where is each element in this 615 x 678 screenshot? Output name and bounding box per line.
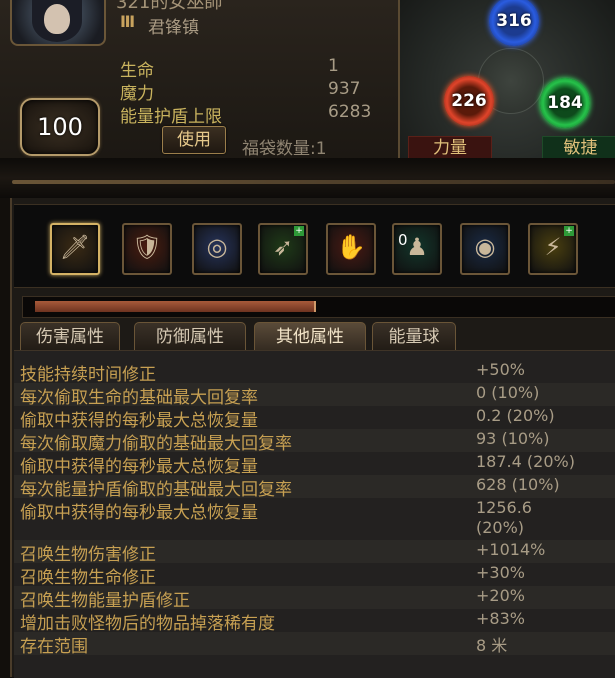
character-portrait[interactable] [10,0,106,46]
plus-icon: + [564,226,574,236]
level-value: 100 [37,113,83,141]
use-button[interactable]: 使用 [162,126,226,154]
rank-icon: Ⅲ [120,12,136,31]
skill-slot-1[interactable]: 🗡 [50,223,100,275]
attribute-value: 8 米 [476,636,508,655]
attribute-value: 187.4 (20%) [476,452,575,471]
intelligence-orb[interactable]: 316 [489,0,539,46]
lightning-strike-icon: ⚡ [544,233,562,261]
attribute-row: 存在范围 8 米 [14,632,615,657]
progress-bar-fill [35,301,316,312]
divider-line [12,180,615,184]
level-badge: 100 [20,98,100,156]
attribute-label: 增加击败怪物后的物品掉落稀有度 [20,614,275,634]
stat-label: 生命 [120,61,154,81]
plus-icon: + [294,226,304,236]
strength-label: 力量 [408,136,492,160]
stat-label: 魔力 [120,84,154,104]
attribute-value: +83% [476,609,525,628]
town-name: 君锋镇 [148,18,199,38]
attribute-value: 0 (10%) [476,383,540,402]
bag-count: 福袋数量:1 [242,139,327,159]
tab-damage[interactable]: 伤害属性 [20,322,120,351]
frost-orb-icon: ◉ [474,233,496,261]
attribute-row: 召唤生物能量护盾修正 +20% [14,586,615,611]
attribute-value: +1014% [476,540,546,559]
attribute-label: 偷取中获得的每秒最大总恢复量 [20,411,258,431]
stat-value: 6283 [328,102,372,122]
skill-slot-5[interactable]: ✋ [326,223,376,275]
skill-slot-7[interactable]: ◉ [460,223,510,275]
stat-value: 1 [328,56,339,76]
attribute-row: 每次偷取生命的基础最大回复率 0 (10%) [14,383,615,408]
stat-value: 937 [328,79,361,99]
attribute-value: 0.2 (20%) [476,406,555,425]
attribute-value-secondary: (20%) [476,518,525,537]
spirit-figure-icon: ♟ [406,233,428,261]
portrait-face [44,4,70,34]
attribute-label: 偷取中获得的每秒最大总恢复量 [20,457,258,477]
attribute-row: 技能持续时间修正 +50% [14,360,615,385]
dexterity-orb[interactable]: 184 [540,78,590,128]
attribute-label: 技能持续时间修正 [20,365,156,385]
attribute-label: 每次能量护盾偷取的基础最大回复率 [20,480,292,500]
progress-bar [22,296,615,318]
attribute-list: 技能持续时间修正 +50% 每次偷取生命的基础最大回复率 0 (10%) 偷取中… [14,350,615,678]
attribute-row: 增加击败怪物后的物品掉落稀有度 +83% [14,609,615,634]
stat-label: 能量护盾上限 [120,107,222,127]
attribute-row: 召唤生物伤害修正 +1014% [14,540,615,565]
attribute-label: 每次偷取生命的基础最大回复率 [20,388,258,408]
attribute-label: 召唤生物能量护盾修正 [20,591,190,611]
skill-slot-2[interactable]: 🛡 [122,223,172,275]
attribute-label: 每次偷取魔力偷取的基础最大回复率 [20,434,292,454]
attribute-row: 每次能量护盾偷取的基础最大回复率 628 (10%) [14,475,615,500]
arcane-cage-icon: ◎ [206,233,228,261]
strength-orb[interactable]: 226 [444,76,494,126]
attribute-row: 偷取中获得的每秒最大总恢复量 187.4 (20%) [14,452,615,477]
skill-icon-bar: 🗡 🛡 ◎ ➶ + ✋ 0 ♟ ◉ ⚡ + [14,204,615,288]
attribute-label: 存在范围 [20,637,88,657]
fire-hand-icon: ✋ [336,233,366,261]
attribute-value: +20% [476,586,525,605]
attribute-orbs-panel: 316 226 184 力量 敏捷 [398,0,615,160]
attribute-value: +30% [476,563,525,582]
attribute-row: 召唤生物生命修正 +30% [14,563,615,588]
attribute-label: 召唤生物伤害修正 [20,545,156,565]
attribute-value: 93 (10%) [476,429,550,448]
skill-slot-3[interactable]: ◎ [192,223,242,275]
shield-charge-icon: 🛡 [131,233,163,261]
attribute-value: 1256.6 [476,498,532,517]
skill-slot-4[interactable]: ➶ + [258,223,308,275]
attribute-value: 628 (10%) [476,475,560,494]
sword-skill-icon: 🗡 [59,233,91,261]
section-divider [0,158,615,198]
attribute-value: +50% [476,360,525,379]
attribute-row: 偷取中获得的每秒最大总恢复量 0.2 (20%) [14,406,615,431]
poison-arrow-icon: ➶ [272,233,294,261]
skill-slot-6[interactable]: 0 ♟ [392,223,442,275]
skill-slot-8[interactable]: ⚡ + [528,223,578,275]
tab-defense[interactable]: 防御属性 [134,322,246,351]
attribute-row: 偷取中获得的每秒最大总恢复量 1256.6 (20%) [14,498,615,540]
attribute-label: 偷取中获得的每秒最大总恢复量 [20,503,258,523]
attribute-label: 召唤生物生命修正 [20,568,156,588]
tab-energy-orb[interactable]: 能量球 [372,322,456,351]
character-header: 321的女巫師 Ⅲ 君锋镇 生命 1 魔力 937 能量护盾上限 6283 10… [0,0,615,160]
attribute-row: 每次偷取魔力偷取的基础最大回复率 93 (10%) [14,429,615,454]
dexterity-label: 敏捷 [542,136,615,160]
tab-other[interactable]: 其他属性 [254,322,366,351]
